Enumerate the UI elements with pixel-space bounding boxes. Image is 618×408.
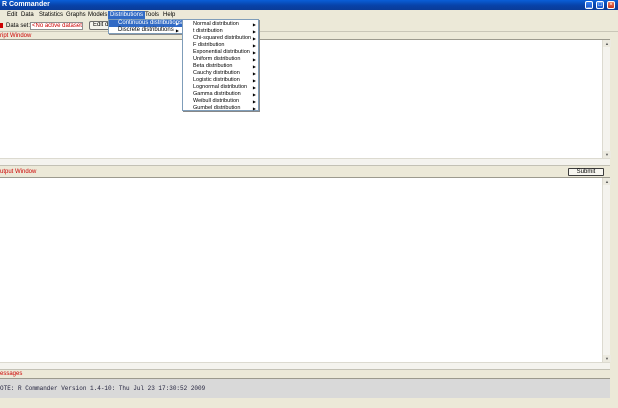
submenu-item-weibull[interactable]: Weibull distribution ▶: [183, 98, 258, 105]
menu-item-label: Weibull distribution: [193, 98, 240, 104]
scroll-up-icon[interactable]: ▲: [603, 178, 611, 185]
submenu-arrow-icon: ▶: [252, 99, 256, 104]
submenu-arrow-icon: ▶: [175, 21, 179, 26]
menu-item-label: Cauchy distribution: [193, 70, 240, 76]
submenu-arrow-icon: ▶: [252, 85, 256, 90]
menu-tools[interactable]: Tools: [143, 11, 161, 19]
menu-item-label: Lognormal distribution: [193, 84, 248, 90]
submenu-arrow-icon: ▶: [252, 92, 256, 97]
output-window-textarea[interactable]: ▲ ▼: [0, 177, 611, 370]
submenu-arrow-icon: ▶: [252, 50, 256, 55]
menu-continuous-distributions[interactable]: Continuous distributions ▶: [109, 20, 182, 27]
menu-models[interactable]: Models: [86, 11, 109, 19]
submenu-item-f[interactable]: F distribution ▶: [183, 42, 258, 49]
script-horizontal-scrollbar[interactable]: [0, 158, 610, 165]
submenu-item-logistic[interactable]: Logistic distribution ▶: [183, 77, 258, 84]
submenu-item-uniform[interactable]: Uniform distribution ▶: [183, 56, 258, 63]
submenu-item-beta[interactable]: Beta distribution ▶: [183, 63, 258, 70]
menu-item-label: Normal distribution: [193, 21, 239, 27]
maximize-icon[interactable]: □: [596, 1, 604, 9]
messages-pane: OTE: R Commander Version 1.4-10: Thu Jul…: [0, 378, 610, 398]
toolbar: Data set: <No active dataset> Edit data …: [0, 19, 618, 32]
menu-statistics[interactable]: Statistics: [37, 11, 65, 19]
scroll-down-icon[interactable]: ▼: [603, 355, 611, 362]
submenu-arrow-icon: ▶: [252, 43, 256, 48]
r-logo-icon: [0, 23, 3, 28]
menu-item-label: t distribution: [193, 28, 223, 34]
title-bar: R Commander _ □ ×: [0, 0, 618, 10]
menu-discrete-distributions[interactable]: Discrete distributions ▶: [109, 27, 182, 34]
menu-item-label: Continuous distributions: [118, 20, 183, 26]
output-vertical-scrollbar[interactable]: ▲ ▼: [602, 178, 611, 362]
scroll-up-icon[interactable]: ▲: [603, 40, 611, 47]
menu-help[interactable]: Help: [161, 11, 177, 19]
menu-distributions[interactable]: Distributions: [108, 11, 146, 19]
scroll-down-icon[interactable]: ▼: [603, 151, 611, 158]
menu-item-label: F distribution: [193, 42, 225, 48]
menu-item-label: Discrete distributions: [118, 27, 174, 33]
submenu-arrow-icon: ▶: [252, 36, 256, 41]
submenu-arrow-icon: ▶: [252, 64, 256, 69]
close-icon[interactable]: ×: [607, 1, 615, 9]
submenu-arrow-icon: ▶: [252, 57, 256, 62]
menu-item-label: Beta distribution: [193, 63, 233, 69]
submenu-arrow-icon: ▶: [252, 71, 256, 76]
submenu-item-cauchy[interactable]: Cauchy distribution ▶: [183, 70, 258, 77]
active-dataset-button[interactable]: <No active dataset>: [30, 22, 83, 30]
submenu-arrow-icon: ▶: [175, 28, 179, 33]
window-title: R Commander: [2, 1, 50, 8]
menu-item-label: Exponential distribution: [193, 49, 250, 55]
minimize-icon[interactable]: _: [585, 1, 593, 9]
messages-label: essages: [0, 371, 23, 377]
submenu-item-lognormal[interactable]: Lognormal distribution ▶: [183, 84, 258, 91]
menu-graphs[interactable]: Graphs: [64, 11, 88, 19]
menu-data[interactable]: Data: [19, 11, 36, 19]
submenu-arrow-icon: ▶: [252, 22, 256, 27]
output-horizontal-scrollbar[interactable]: [0, 362, 610, 369]
submenu-arrow-icon: ▶: [252, 78, 256, 83]
submenu-item-gumbel[interactable]: Gumbel distribution ▶: [183, 105, 258, 112]
menu-item-label: Gamma distribution: [193, 91, 241, 97]
menu-item-label: Logistic distribution: [193, 77, 240, 83]
submenu-arrow-icon: ▶: [252, 29, 256, 34]
menu-edit[interactable]: Edit: [5, 11, 19, 19]
menu-item-label: Uniform distribution: [193, 56, 241, 62]
script-vertical-scrollbar[interactable]: ▲ ▼: [602, 40, 611, 158]
submenu-item-exponential[interactable]: Exponential distribution ▶: [183, 49, 258, 56]
menu-item-label: Gumbel distribution: [193, 105, 241, 111]
menu-item-label: Chi-squared distribution: [193, 35, 252, 41]
submenu-item-chi-squared[interactable]: Chi-squared distribution ▶: [183, 35, 258, 42]
continuous-distributions-submenu: Normal distribution ▶ t distribution ▶ Chi…: [182, 19, 259, 111]
submenu-item-gamma[interactable]: Gamma distribution ▶: [183, 91, 258, 98]
script-window-textarea[interactable]: ▲ ▼: [0, 39, 611, 166]
submit-button[interactable]: Submit: [568, 168, 604, 176]
status-bar: [0, 400, 618, 408]
menu-bar: Edit Data Statistics Graphs Models Distr…: [0, 10, 618, 19]
submenu-item-normal[interactable]: Normal distribution ▶: [183, 21, 258, 28]
submenu-item-t[interactable]: t distribution ▶: [183, 28, 258, 35]
app-window: R Commander _ □ × Edit Data Statistics G…: [0, 0, 618, 408]
distributions-menu: Continuous distributions ▶ Discrete dist…: [108, 19, 183, 34]
dataset-label: Data set:: [6, 23, 31, 29]
message-text: OTE: R Commander Version 1.4-10: Thu Jul…: [0, 385, 206, 392]
output-window-label: utput Window: [0, 169, 37, 175]
submenu-arrow-icon: ▶: [252, 106, 256, 111]
